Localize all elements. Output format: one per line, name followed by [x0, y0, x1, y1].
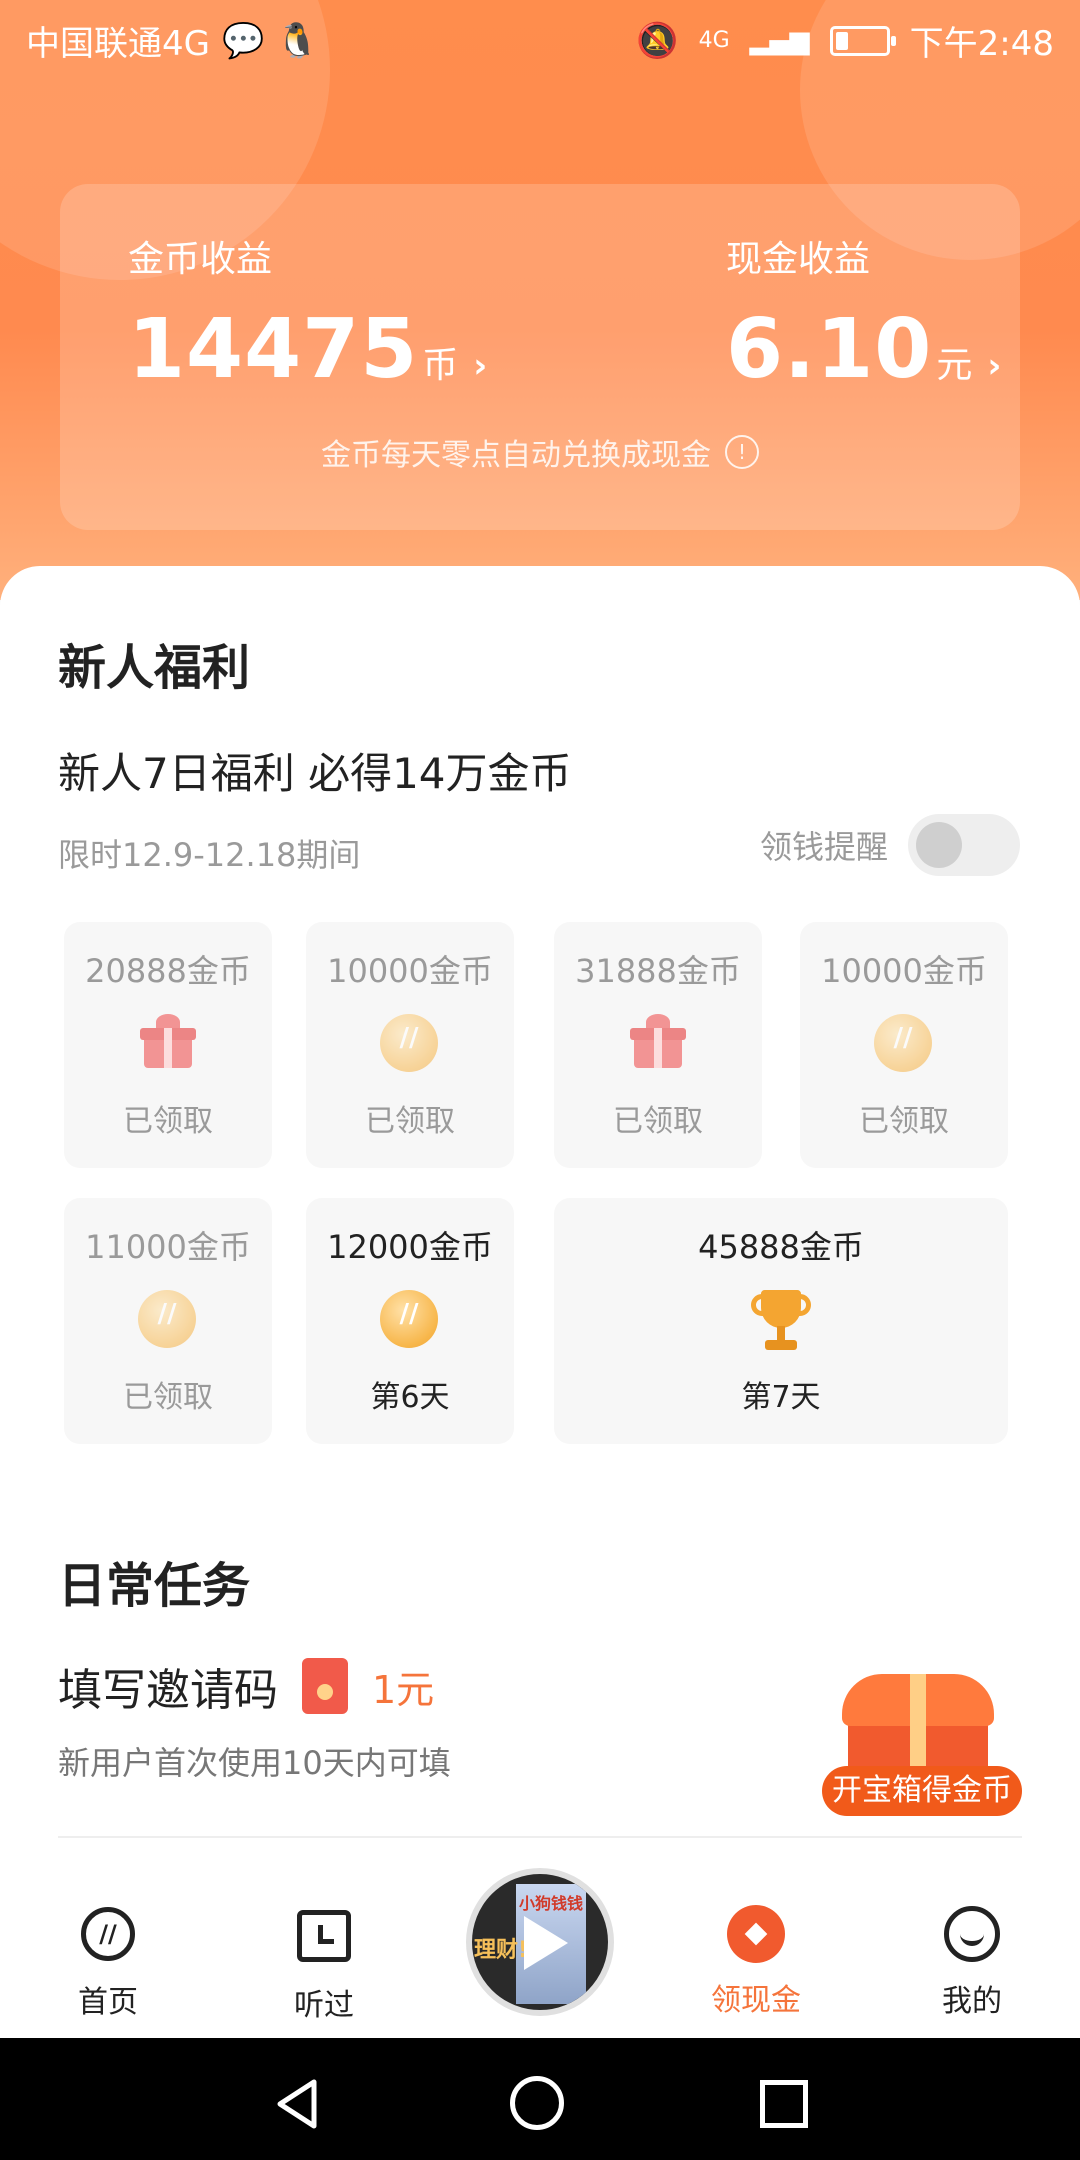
- system-nav-bar: [0, 2038, 1080, 2160]
- reward-status: 已领取: [859, 1104, 949, 1139]
- daily-section-title: 日常任务: [58, 1558, 251, 1614]
- cash-earnings-label: 现金收益: [726, 239, 871, 280]
- reward-amount: 10000金币: [327, 952, 493, 990]
- home-icon: //: [81, 1907, 135, 1961]
- chevron-right-icon: ›: [473, 346, 489, 386]
- exchange-note-text: 金币每天零点自动兑换成现金: [321, 438, 711, 473]
- reward-status: 第6天: [370, 1380, 450, 1415]
- coin-icon: [380, 1014, 438, 1072]
- reward-status: 已领取: [365, 1104, 455, 1139]
- reward-day-5[interactable]: 11000金币 已领取: [64, 1198, 272, 1444]
- reward-amount: 11000金币: [85, 1228, 251, 1266]
- mute-icon: 🔕: [636, 20, 679, 61]
- gift-icon: [630, 1014, 686, 1070]
- reward-amount: 31888金币: [575, 952, 741, 990]
- promo-period: 限时12.9-12.18期间: [58, 836, 361, 874]
- audio-player-button[interactable]: 小狗钱钱 理财!: [466, 1868, 614, 2016]
- content-sheet: 新人福利 新人7日福利 必得14万金币 限时12.9-12.18期间 领钱提醒 …: [0, 566, 1080, 1886]
- cash-earnings-value: 6.10: [726, 302, 933, 397]
- tab-me[interactable]: 我的: [892, 1904, 1052, 2020]
- reward-amount: 20888金币: [85, 952, 251, 990]
- tab-history-label: 听过: [294, 1988, 354, 2023]
- earnings-card: 金币收益 14475 币 › 现金收益 6.10 元 › 金币每天零点自动兑换成…: [60, 184, 1020, 530]
- carrier-text: 中国联通4G: [26, 24, 210, 64]
- reward-amount: 10000金币: [821, 952, 987, 990]
- tab-cash-label: 领现金: [711, 1983, 801, 2018]
- cash-icon: [727, 1905, 785, 1963]
- wechat-icon: 💬: [221, 20, 265, 61]
- reward-day-2[interactable]: 10000金币 已领取: [306, 922, 514, 1168]
- home-nav-icon[interactable]: [510, 2076, 564, 2130]
- back-icon[interactable]: [270, 2074, 330, 2134]
- reward-status: 已领取: [123, 1380, 213, 1415]
- remind-label: 领钱提醒: [759, 828, 888, 866]
- open-chest-button[interactable]: 开宝箱得金币: [822, 1766, 1022, 1816]
- invite-description: 新用户首次使用10天内可填: [58, 1744, 451, 1782]
- remind-setting: 领钱提醒: [760, 814, 1020, 876]
- reward-day-1[interactable]: 20888金币 已领取: [64, 922, 272, 1168]
- tab-home-label: 首页: [78, 1985, 138, 2020]
- profile-icon: [944, 1906, 1000, 1962]
- book-cover-title: 小狗钱钱: [518, 1894, 583, 1913]
- exchange-note: 金币每天零点自动兑换成现金 !: [60, 430, 1020, 474]
- network-icon: 4G: [698, 28, 730, 53]
- chevron-right-icon: ›: [987, 346, 1003, 386]
- cash-unit: 元: [936, 345, 974, 386]
- history-icon: [297, 1910, 351, 1962]
- status-bar: 中国联通4G 💬 🐧 🔕 4G ▂▄▆ 下午2:48: [0, 0, 1080, 72]
- red-packet-icon: [302, 1658, 348, 1714]
- reward-status: 第7天: [741, 1380, 821, 1415]
- play-icon: [524, 1916, 568, 1970]
- tab-history[interactable]: 听过: [244, 1904, 404, 2024]
- trophy-icon: [751, 1290, 811, 1354]
- reward-day-3[interactable]: 31888金币 已领取: [554, 922, 762, 1168]
- reward-status: 已领取: [613, 1104, 703, 1139]
- newbie-subtitle: 新人7日福利 必得14万金币: [58, 749, 572, 798]
- reward-day-6[interactable]: 12000金币 第6天: [306, 1198, 514, 1444]
- coin-icon: [380, 1290, 438, 1348]
- info-icon[interactable]: !: [725, 435, 759, 469]
- invite-reward: 1元: [372, 1667, 435, 1712]
- coin-earnings-value: 14475: [128, 302, 419, 397]
- reward-day-4[interactable]: 10000金币 已领取: [800, 922, 1008, 1168]
- invite-title: 填写邀请码: [58, 1665, 278, 1716]
- newbie-section-title: 新人福利: [58, 640, 251, 696]
- signal-icon: ▂▄▆: [749, 25, 810, 56]
- book-cover-side-text: 理财!: [474, 1938, 529, 1963]
- coin-unit: 币: [422, 345, 460, 386]
- divider: [58, 1836, 1022, 1838]
- gift-icon: [140, 1014, 196, 1070]
- tab-cash[interactable]: 领现金: [676, 1904, 836, 2019]
- earnings-header: 中国联通4G 💬 🐧 🔕 4G ▂▄▆ 下午2:48 金币收益 14475 币 …: [0, 0, 1080, 600]
- coin-icon: [138, 1290, 196, 1348]
- recent-apps-icon[interactable]: [760, 2080, 808, 2128]
- qq-icon: 🐧: [276, 20, 319, 61]
- reward-day-7[interactable]: 45888金币 第7天: [554, 1198, 1008, 1444]
- tab-me-label: 我的: [942, 1984, 1002, 2019]
- coin-earnings[interactable]: 金币收益 14475 币 ›: [128, 230, 488, 397]
- clock-text: 下午2:48: [909, 24, 1054, 64]
- reward-status: 已领取: [123, 1104, 213, 1139]
- tab-home[interactable]: // 首页: [28, 1904, 188, 2021]
- reward-amount: 12000金币: [327, 1228, 493, 1266]
- remind-toggle[interactable]: [908, 814, 1020, 876]
- coin-earnings-label: 金币收益: [128, 239, 273, 280]
- invite-task[interactable]: 填写邀请码 1元: [58, 1654, 434, 1718]
- reward-amount: 45888金币: [698, 1228, 864, 1266]
- battery-icon: [829, 25, 896, 56]
- cash-earnings[interactable]: 现金收益 6.10 元 ›: [726, 230, 1002, 397]
- coin-icon: [874, 1014, 932, 1072]
